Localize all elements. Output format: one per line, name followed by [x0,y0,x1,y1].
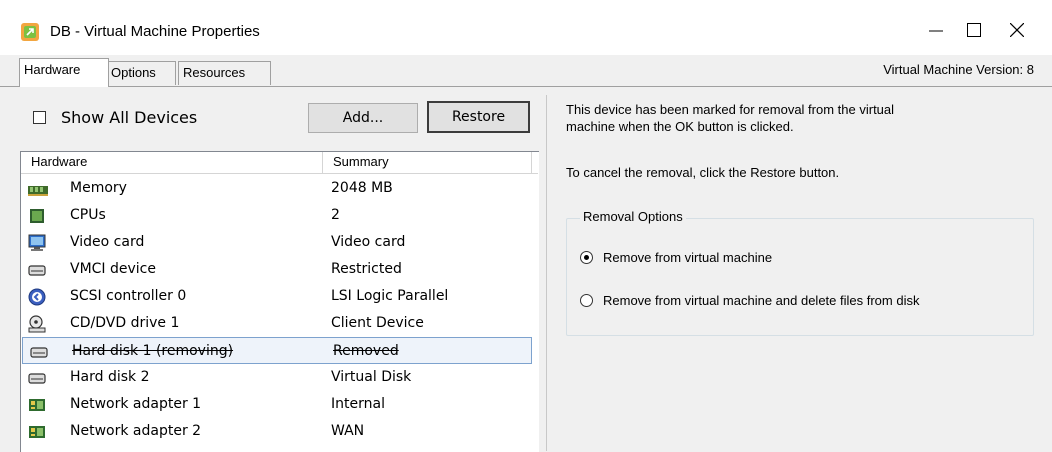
table-row[interactable]: Video card Video card [21,229,531,256]
remove-from-vm-radio[interactable] [580,251,593,264]
tab-options[interactable]: Options [106,61,176,85]
hardware-name: CD/DVD drive 1 [70,315,180,331]
network-adapter-icon [28,423,46,441]
hardware-name: Video card [70,234,145,250]
tab-divider [0,86,1052,87]
table-row[interactable]: CPUs 2 [21,202,531,229]
close-button[interactable] [987,10,1047,50]
hardware-list-header: Hardware Summary [21,152,538,174]
table-row-selected[interactable]: Hard disk 1 (removing) Removed [22,337,532,364]
show-all-devices-label[interactable]: Show All Devices [61,108,197,127]
close-icon [1010,23,1024,37]
hardware-summary: 2048 MB [331,180,393,196]
vm-version-label: Virtual Machine Version: 8 [883,62,1034,77]
table-row[interactable]: CD/DVD drive 1 Client Device [21,310,531,337]
remove-and-delete-radio[interactable] [580,294,593,307]
device-icon [28,261,46,279]
hardware-list[interactable]: Hardware Summary Memory 2048 MB CPUs 2 V… [20,151,539,452]
hardware-name: Network adapter 1 [70,396,202,412]
tab-resources[interactable]: Resources [178,61,271,85]
vm-properties-icon [20,22,40,42]
removal-notice-line: This device has been marked for removal … [566,102,895,117]
hardware-name: CPUs [70,207,106,223]
hardware-summary: WAN [331,423,365,439]
memory-icon [28,180,48,198]
hardware-name: SCSI controller 0 [70,288,187,304]
column-header-hardware[interactable]: Hardware [21,152,321,173]
removal-notice-line: machine when the OK button is clicked. [566,119,794,134]
table-row[interactable]: SCSI controller 0 LSI Logic Parallel [21,283,531,310]
hard-disk-icon [30,343,48,361]
hardware-summary: 2 [331,207,340,223]
minimize-icon [929,30,943,32]
hardware-name: Hard disk 2 [70,369,150,385]
restore-button[interactable]: Restore [427,101,530,133]
hardware-summary: Video card [331,234,406,250]
remove-and-delete-label[interactable]: Remove from virtual machine and delete f… [603,293,919,308]
table-row[interactable]: Hard disk 2 Virtual Disk [21,364,531,391]
tab-hardware[interactable]: Hardware [19,58,109,87]
remove-from-vm-label[interactable]: Remove from virtual machine [603,250,772,265]
maximize-icon [967,23,981,37]
table-row[interactable]: VMCI device Restricted [21,256,531,283]
hardware-summary: Internal [331,396,385,412]
column-separator[interactable] [531,152,532,173]
hardware-name: Hard disk 1 (removing) [72,343,234,359]
network-adapter-icon [28,396,46,414]
hardware-summary: Restricted [331,261,402,277]
monitor-icon [28,234,46,252]
table-row[interactable]: Memory 2048 MB [21,175,531,202]
removal-options-title: Removal Options [580,209,686,224]
hardware-name: Memory [70,180,127,196]
scsi-icon [28,288,46,306]
hardware-name: VMCI device [70,261,156,277]
add-button[interactable]: Add... [308,103,418,133]
show-all-devices-checkbox[interactable] [33,111,46,124]
hardware-summary: LSI Logic Parallel [331,288,449,304]
table-row[interactable]: Network adapter 1 Internal [21,391,531,418]
cpu-icon [28,207,46,225]
cd-dvd-icon [28,315,46,333]
cancel-notice: To cancel the removal, click the Restore… [566,165,840,180]
removal-options-group [566,218,1034,336]
title-bar: DB - Virtual Machine Properties [0,0,1052,55]
pane-divider[interactable] [546,95,547,451]
hard-disk-icon [28,369,46,387]
removal-notice: This device has been marked for removal … [566,101,894,135]
hardware-summary: Virtual Disk [331,369,412,385]
table-row[interactable]: Network adapter 2 WAN [21,418,531,445]
hardware-summary: Client Device [331,315,424,331]
column-header-summary[interactable]: Summary [323,152,533,173]
window-title: DB - Virtual Machine Properties [50,23,260,40]
hardware-summary: Removed [333,343,399,359]
hardware-name: Network adapter 2 [70,423,202,439]
